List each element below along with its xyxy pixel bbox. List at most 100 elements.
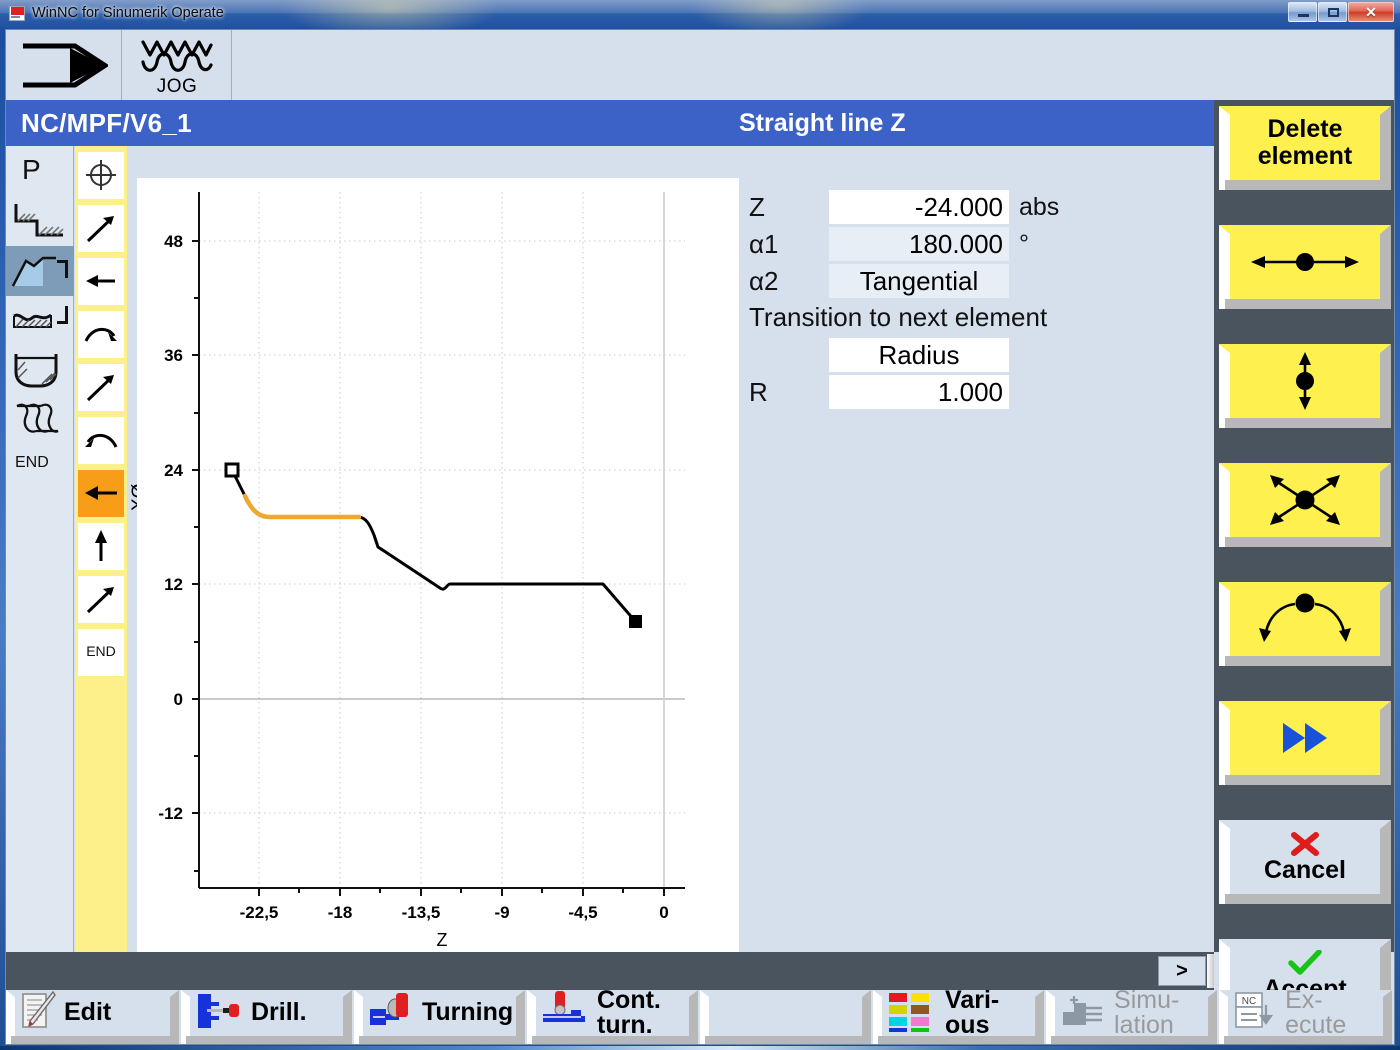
chain-item-line-up[interactable] [78, 523, 124, 570]
softkey-shadow [1225, 775, 1391, 785]
softkey-execute-line1: Ex- [1285, 985, 1323, 1014]
form-field-transition-type[interactable]: Radius [829, 338, 1009, 372]
softkey-lip-left [1219, 106, 1230, 190]
contour-turning-icon [11, 256, 56, 287]
chain-item-line-diagonal-3[interactable] [78, 576, 124, 623]
sidebar-item-groove[interactable] [6, 346, 74, 396]
softkey-move-vertical[interactable] [1219, 344, 1391, 432]
sidebar-item-thread[interactable] [6, 396, 74, 446]
form-unit-alpha1: ° [1019, 229, 1029, 258]
softkey-move-arc[interactable] [1219, 582, 1391, 670]
selected-element-path [242, 493, 362, 520]
form-field-alpha2[interactable]: Tangential [829, 264, 1009, 298]
maximize-button[interactable] [1318, 2, 1347, 22]
form-field-z[interactable]: -24.000 [829, 190, 1009, 224]
softkey-cancel[interactable]: Cancel [1219, 820, 1391, 908]
chain-item-end[interactable]: END [78, 629, 124, 676]
bracket-upper-icon [57, 260, 68, 278]
sidebar-item-contour-turn[interactable] [6, 246, 74, 296]
softkey-blank[interactable] [700, 990, 872, 1044]
chain-item-line-left-2[interactable] [78, 470, 124, 517]
softkey-shadow [358, 1036, 520, 1044]
maximize-icon [1328, 8, 1339, 17]
sidebar-item-p[interactable]: P [6, 146, 74, 196]
line-diagonal-up-icon [86, 587, 114, 614]
contour-turning-icon [541, 990, 589, 1037]
svg-text:0: 0 [659, 903, 668, 922]
softkey-delete-element-line2: element [1257, 142, 1353, 170]
softkey-simulation[interactable]: Simu- lation [1046, 990, 1218, 1044]
softkey-lip-left [1219, 820, 1230, 904]
softkey-delete-element[interactable]: Delete element [1219, 106, 1391, 194]
horizontal-softkey-bar: Edit Drill. Turning Cont. turn. Vari- ou… [6, 990, 1394, 1044]
softkey-various[interactable]: Vari- ous [873, 990, 1045, 1044]
form-field-radius[interactable]: 1.000 [829, 375, 1009, 409]
vertical-softkey-bar: Delete element Cancel Accept [1214, 100, 1394, 1023]
thread-icon [16, 403, 59, 433]
softkey-execute-label: Ex- ecute [1285, 988, 1346, 1039]
softkey-delete-element-face: Delete element [1219, 106, 1391, 180]
form-unit-z: abs [1019, 192, 1060, 221]
softkey-drilling[interactable]: Drill. [180, 990, 352, 1044]
sidebar-item-residual[interactable] [6, 296, 74, 346]
softkey-shadow [185, 1036, 347, 1044]
chain-item-arc-ccw[interactable] [78, 417, 124, 464]
softkey-lip-right [1380, 225, 1391, 309]
softkey-edit[interactable]: Edit [6, 990, 179, 1044]
softkey-delete-element-line1: Delete [1267, 115, 1343, 143]
close-button[interactable]: ✕ [1348, 2, 1394, 22]
edit-pencil-icon [20, 991, 56, 1036]
chain-item-line-diagonal-1[interactable] [78, 205, 124, 252]
form-label-z: Z [749, 191, 765, 222]
softkey-move-diagonal[interactable] [1219, 463, 1391, 551]
line-diagonal-up-icon [86, 216, 114, 243]
softkey-lip-right [1380, 820, 1391, 904]
softkey-cont-turn-line2: turn. [597, 1011, 653, 1039]
form-label-radius: R [749, 376, 768, 407]
chain-item-arc-cw[interactable] [78, 311, 124, 358]
svg-text:24: 24 [164, 461, 183, 480]
contour-plot[interactable]: 48 36 24 12 0 -12 -22,5 -18 -13,5 -9 -4,… [137, 178, 739, 952]
sidebar-item-end[interactable]: END [6, 446, 74, 496]
softkey-shadow [11, 1036, 174, 1044]
arrow-flag-icon [23, 43, 108, 88]
machine-area-button[interactable] [6, 30, 122, 100]
start-marker [224, 462, 240, 478]
form-label-alpha2: α2 [749, 265, 779, 296]
jog-mode-button[interactable]: JOG [122, 30, 232, 100]
sidebar-item-stock[interactable] [6, 196, 74, 246]
jog-waves-icon: JOG [122, 38, 232, 98]
form-field-alpha1[interactable]: 180.000 [829, 227, 1009, 261]
svg-text:-18: -18 [328, 903, 353, 922]
softkey-shadow [1225, 537, 1391, 547]
x-axis-label: Z [437, 930, 448, 950]
softkey-execute-line2: ecute [1285, 1011, 1347, 1039]
softkey-execute[interactable]: NC Ex- ecute [1219, 988, 1393, 1044]
move-diagonal-icon [1270, 475, 1340, 525]
contour-path [230, 468, 637, 623]
groove-icon [14, 354, 58, 388]
close-icon: ✕ [1365, 4, 1377, 20]
softkey-shadow [532, 1036, 694, 1044]
softkey-lip-right [1380, 582, 1391, 666]
form-row-alpha1: α1 180.000 ° [749, 227, 1029, 261]
svg-text:12: 12 [164, 575, 183, 594]
softkey-lip-right [1380, 701, 1391, 785]
arc-clockwise-icon [84, 327, 117, 342]
end-marker [629, 615, 642, 628]
etc-button[interactable]: > [1158, 956, 1206, 986]
chain-item-line-left-1[interactable] [78, 258, 124, 305]
softkey-turning-face: Turning [354, 990, 525, 1036]
minimize-button[interactable] [1288, 2, 1317, 22]
dialog-title: Straight line Z [739, 109, 906, 137]
softkey-turning[interactable]: Turning [353, 990, 525, 1044]
line-diagonal-up-icon [86, 375, 114, 402]
chain-item-line-diagonal-2[interactable] [78, 364, 124, 411]
softkey-move-horizontal[interactable] [1219, 225, 1391, 313]
stock-step-icon [14, 204, 64, 237]
chain-item-start-point[interactable] [78, 152, 124, 199]
softkey-cont-turn[interactable]: Cont. turn. [527, 990, 699, 1044]
softkey-forward[interactable] [1219, 701, 1391, 789]
sidebar-item-p-label: P [22, 154, 41, 185]
softkey-edit-face: Edit [6, 990, 179, 1036]
